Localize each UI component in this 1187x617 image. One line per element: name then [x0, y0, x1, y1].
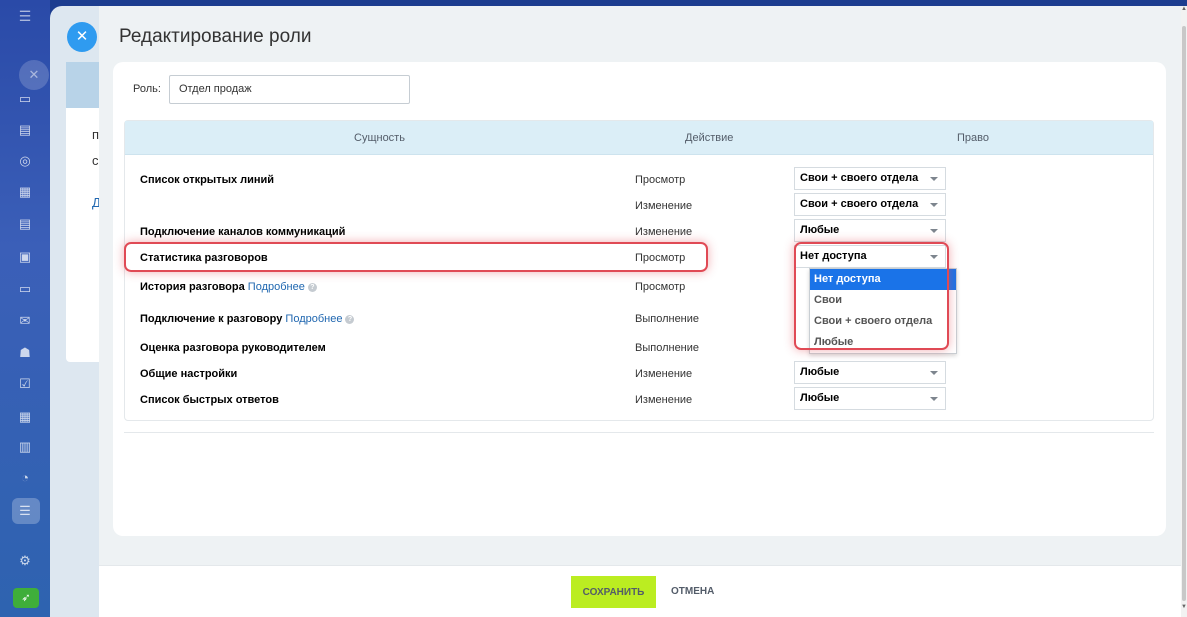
row-action: Выполнение — [635, 342, 700, 354]
header-action: Действие — [685, 132, 734, 144]
left-sidebar: ☰ ✕ ▭ ▤ ◎ ▦ ▤ ▣ ▭ ✉ ☗ ☑ ▦ ▥ ◔ ☰ ⚙ ➶ — [0, 0, 50, 617]
row-action: Изменение — [635, 200, 693, 212]
permission-select-open[interactable]: Нет доступа — [794, 245, 946, 268]
select-value: Любые — [800, 392, 840, 404]
rocket-icon[interactable]: ➶ — [13, 588, 39, 608]
permission-select[interactable]: Любые — [794, 361, 946, 384]
calendar-icon[interactable]: ▦ — [18, 185, 32, 199]
entity-name: История разговора — [140, 281, 245, 293]
save-button[interactable]: СОХРАНИТЬ — [571, 576, 656, 608]
select-value: Нет доступа — [800, 250, 867, 262]
row-action: Просмотр — [635, 252, 686, 264]
help-icon[interactable]: ? — [307, 283, 317, 292]
details-link[interactable]: Подробнее — [248, 281, 305, 293]
permission-select[interactable]: Любые — [794, 387, 946, 410]
caret-down-icon — [930, 397, 938, 401]
schedule-icon[interactable]: ▦ — [18, 410, 32, 424]
details-link[interactable]: Подробнее — [285, 313, 342, 325]
mail-icon[interactable]: ✉ — [18, 314, 32, 328]
menu-icon[interactable]: ☰ — [18, 9, 32, 23]
close-icon: ✕ — [19, 60, 49, 90]
caret-down-icon — [930, 177, 938, 181]
row-action: Выполнение — [635, 313, 700, 325]
background-text: с — [92, 153, 99, 168]
scrollbar-thumb[interactable] — [1182, 26, 1186, 601]
row-entity: Оценка разговора руководителем — [140, 342, 326, 354]
permission-select[interactable]: Свои + своего отдела — [794, 167, 946, 190]
cancel-button[interactable]: ОТМЕНА — [669, 576, 716, 608]
document-icon[interactable]: ▤ — [18, 217, 32, 231]
select-value: Свои + своего отдела — [800, 198, 919, 210]
permission-dropdown-list: Нет доступа Свои Свои + своего отдела Лю… — [809, 268, 957, 354]
store-icon[interactable]: ▥ — [18, 440, 32, 454]
permissions-table: Сущность Действие Право Список открытых … — [124, 120, 1154, 421]
help-icon[interactable]: ? — [345, 315, 355, 324]
select-value: Свои + своего отдела — [800, 172, 919, 184]
settings-icon[interactable]: ⚙ — [18, 554, 32, 568]
role-edit-slider: Редактирование роли Роль: Сущность Дейст… — [99, 6, 1181, 617]
permission-select[interactable]: Свои + своего отдела — [794, 193, 946, 216]
entity-name: Подключение к разговору — [140, 313, 283, 325]
scroll-down-icon[interactable]: ▼ — [1181, 604, 1187, 610]
close-icon: ✕ — [75, 28, 89, 45]
select-value: Любые — [800, 366, 840, 378]
footer-bar: СОХРАНИТЬ ОТМЕНА — [99, 565, 1181, 617]
header-permission: Право — [957, 132, 989, 144]
scrollbar[interactable] — [1181, 6, 1187, 617]
row-action: Просмотр — [635, 281, 686, 293]
content-card: Роль: Сущность Действие Право Список отк… — [113, 62, 1166, 536]
dropdown-option[interactable]: Свои — [810, 290, 956, 311]
row-entity: История разговора Подробнее? — [140, 281, 317, 293]
caret-down-icon — [930, 255, 938, 259]
feed-icon[interactable]: ▤ — [18, 123, 32, 137]
row-entity: Статистика разговоров — [140, 252, 268, 264]
board-icon[interactable]: ▣ — [18, 250, 32, 264]
permission-select[interactable]: Любые — [794, 219, 946, 242]
role-label: Роль: — [133, 83, 161, 95]
group-icon[interactable]: ☗ — [18, 346, 32, 360]
page-title: Редактирование роли — [119, 26, 312, 47]
row-entity: Список открытых линий — [140, 174, 275, 186]
dropdown-option[interactable]: Любые — [810, 332, 956, 353]
goal-icon[interactable]: ◔ — [18, 471, 32, 485]
role-name-input[interactable] — [168, 74, 410, 104]
filter-icon[interactable]: ☰ — [18, 504, 32, 518]
scroll-up-icon[interactable]: ▲ — [1181, 6, 1187, 12]
row-entity: Подключение к разговору Подробнее? — [140, 313, 355, 325]
caret-down-icon — [930, 203, 938, 207]
header-entity: Сущность — [354, 132, 405, 144]
row-action: Изменение — [635, 368, 693, 380]
divider — [124, 432, 1154, 433]
dropdown-option[interactable]: Нет доступа — [810, 269, 956, 290]
select-value: Любые — [800, 224, 840, 236]
tasks-icon[interactable]: ☑ — [18, 377, 32, 391]
drive-icon[interactable]: ▭ — [18, 282, 32, 296]
row-entity: Список быстрых ответов — [140, 394, 279, 406]
caret-down-icon — [930, 371, 938, 375]
caret-down-icon — [930, 229, 938, 233]
chat-icon[interactable]: ▭ — [18, 92, 32, 106]
row-action: Просмотр — [635, 174, 686, 186]
row-entity: Общие настройки — [140, 368, 238, 380]
background-text: п — [92, 127, 100, 142]
target-icon[interactable]: ◎ — [18, 154, 32, 168]
close-slider-button[interactable]: ✕ — [67, 22, 97, 52]
row-action: Изменение — [635, 394, 693, 406]
dropdown-option[interactable]: Свои + своего отдела — [810, 311, 956, 332]
role-row: Роль: — [133, 74, 410, 104]
row-entity: Подключение каналов коммуникаций — [140, 226, 346, 238]
row-action: Изменение — [635, 226, 693, 238]
table-header: Сущность Действие Право — [125, 121, 1153, 155]
